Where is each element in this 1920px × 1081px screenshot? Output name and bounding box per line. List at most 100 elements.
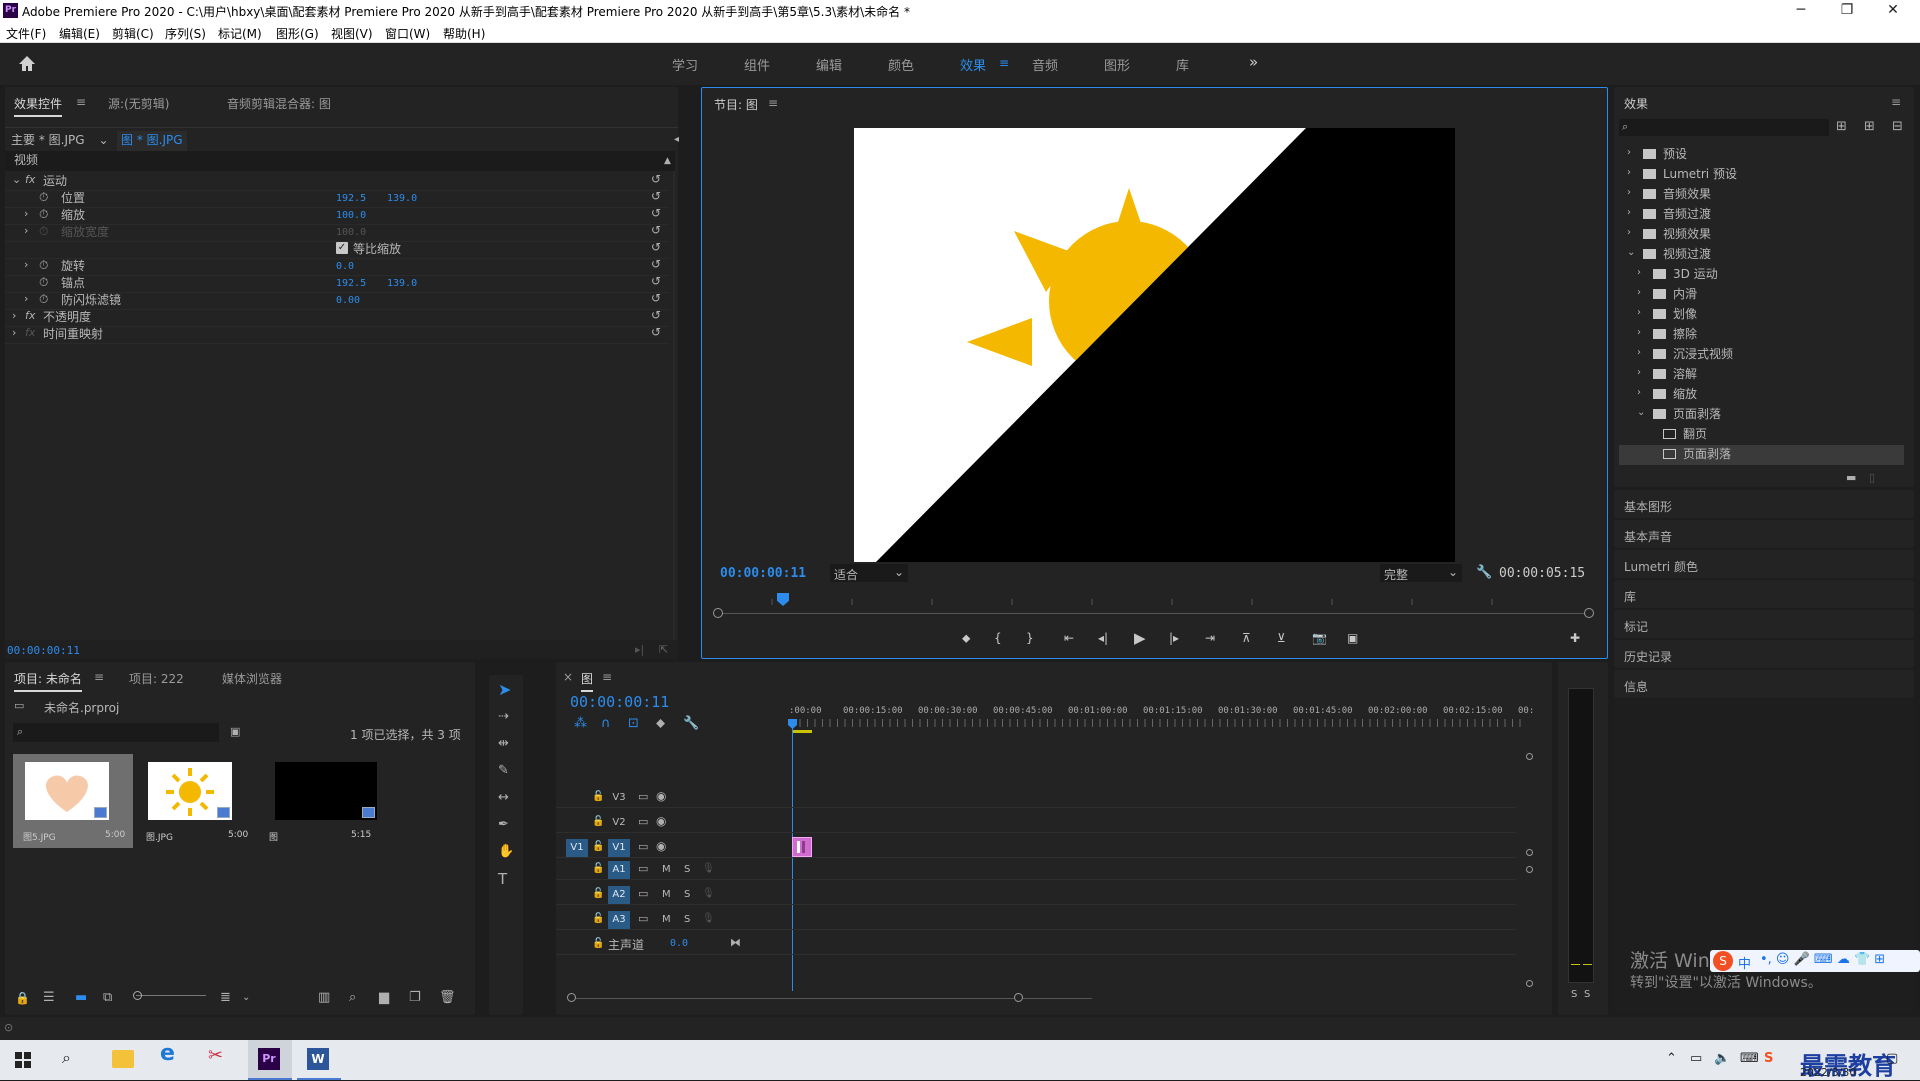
32bit-effects-icon[interactable]: ⊞ — [1864, 120, 1875, 134]
linked-selection-icon[interactable]: ⊡ — [628, 717, 639, 731]
expand-arrow-icon[interactable]: › — [1627, 206, 1631, 220]
side-panel-4[interactable]: 标记 — [1614, 610, 1914, 638]
workspace-learn[interactable]: 学习 — [672, 55, 698, 74]
step-back-icon[interactable]: ◂| — [1098, 631, 1108, 645]
chevron-down-icon[interactable]: ⌄ — [99, 133, 109, 147]
mic-icon[interactable]: 🎙 — [702, 912, 715, 926]
program-menu-icon[interactable]: ≡ — [768, 96, 778, 110]
project-search-input[interactable]: ⌕ — [13, 723, 219, 742]
expand-arrow-icon[interactable]: › — [1627, 186, 1631, 200]
tab-source[interactable]: 源:(无剪辑) — [108, 95, 169, 112]
new-bin-icon[interactable]: ▬ — [1846, 471, 1856, 485]
step-forward-icon[interactable]: |▸ — [1169, 631, 1179, 645]
tab-effect-controls[interactable]: 效果控件 — [14, 95, 63, 117]
mark-in-icon[interactable]: { — [994, 631, 1002, 645]
solo-button[interactable]: S — [684, 889, 690, 900]
workspace-assembly[interactable]: 组件 — [744, 55, 770, 74]
search-icon[interactable]: ⌕ — [349, 991, 356, 1005]
zoom-fit-select[interactable]: 适合 ⌄ — [830, 564, 908, 582]
mute-button[interactable]: M — [662, 889, 671, 900]
audio-scroll-top[interactable] — [1526, 866, 1533, 873]
effects-tree-item[interactable]: › 预设 — [1619, 145, 1904, 165]
timeline-zoom-end[interactable] — [1014, 993, 1023, 1002]
sync-lock-icon[interactable]: ▭ — [638, 887, 648, 901]
home-icon[interactable] — [18, 55, 36, 72]
mic-icon[interactable]: 🎙 — [702, 862, 715, 876]
stopwatch-icon[interactable]: ⏱ — [39, 207, 48, 221]
program-scrubber-track[interactable] — [718, 613, 1590, 614]
track-label-a2[interactable]: A2 — [608, 886, 630, 904]
eye-icon[interactable]: ◉ — [656, 839, 666, 853]
eye-icon[interactable]: ◉ — [656, 814, 666, 828]
reset-icon[interactable]: ↺ — [651, 206, 661, 220]
word-taskbar-button[interactable]: W — [297, 1040, 341, 1080]
effects-tree-item[interactable]: 页面剥落 — [1619, 445, 1904, 465]
scroll-start-handle[interactable] — [713, 608, 723, 618]
workspace-color[interactable]: 颜色 — [888, 55, 914, 74]
master-volume-value[interactable]: 0.0 — [670, 938, 688, 949]
workspace-audio[interactable]: 音频 — [1032, 55, 1058, 74]
track-label-v1[interactable]: V1 — [608, 839, 630, 857]
sort-icon[interactable]: ≣ — [220, 991, 231, 1005]
sync-lock-icon[interactable]: ▭ — [638, 862, 648, 876]
menu-markers[interactable]: 标记(M) — [218, 25, 262, 42]
expand-arrow-icon[interactable]: › — [1637, 286, 1641, 300]
expand-arrow-icon[interactable]: › — [24, 258, 28, 272]
expand-arrow-icon[interactable]: › — [1637, 266, 1641, 280]
menu-sequence[interactable]: 序列(S) — [165, 25, 206, 42]
effects-search-input[interactable]: ⌕ — [1619, 119, 1829, 136]
tab-project-222[interactable]: 项目: 222 — [129, 670, 184, 687]
tray-chevron-icon[interactable]: ⌃ — [1666, 1052, 1677, 1066]
ime-tray-icon[interactable]: ⌨ — [1740, 1052, 1759, 1066]
menu-clip[interactable]: 剪辑(C) — [112, 25, 154, 42]
side-panel-1[interactable]: 基本声音 — [1614, 520, 1914, 548]
workspace-menu-icon[interactable]: ≡ — [999, 56, 1009, 70]
expand-arrow-icon[interactable]: › — [24, 207, 28, 221]
solo-button[interactable]: S — [684, 914, 690, 925]
eye-icon[interactable]: ◉ — [656, 789, 666, 803]
stopwatch-icon[interactable]: ⏱ — [39, 190, 48, 204]
side-panel-5[interactable]: 历史记录 — [1614, 640, 1914, 668]
effects-tree-item[interactable]: › Lumetri 预设 — [1619, 165, 1904, 185]
reset-icon[interactable]: ↺ — [651, 223, 661, 237]
effects-tree-item[interactable]: › 音频效果 — [1619, 185, 1904, 205]
mark-out-icon[interactable]: } — [1026, 631, 1034, 645]
nest-icon[interactable]: ⁂ — [574, 717, 587, 731]
menu-help[interactable]: 帮助(H) — [443, 25, 485, 42]
notification-icon[interactable]: ▢ — [1886, 1052, 1898, 1066]
expand-arrow-icon[interactable]: › — [1627, 146, 1631, 160]
timeline-settings-icon[interactable]: 🔧 — [683, 717, 699, 731]
scroll-end-handle[interactable] — [1584, 608, 1594, 618]
effects-tree-item[interactable]: › 3D 运动 — [1619, 265, 1904, 285]
stopwatch-icon[interactable]: ⏱ — [39, 258, 48, 272]
snipping-tool-icon[interactable]: ✂ — [208, 1047, 223, 1065]
reset-icon[interactable]: ↺ — [651, 189, 661, 203]
sync-lock-icon[interactable]: ▭ — [638, 790, 648, 804]
extract-icon[interactable]: ⊻ — [1277, 631, 1286, 645]
effects-tree-item[interactable]: › 沉浸式视频 — [1619, 345, 1904, 365]
effects-tree-item[interactable]: › 音频过渡 — [1619, 205, 1904, 225]
add-marker-icon[interactable]: ⬥ — [962, 631, 970, 645]
play-icon[interactable]: ▶ — [1134, 631, 1146, 646]
filter-icon[interactable]: ▸| — [635, 643, 644, 657]
expand-arrow-icon[interactable]: › — [1637, 326, 1641, 340]
reset-icon[interactable]: ↺ — [651, 325, 661, 339]
wrench-icon[interactable]: 🔧 — [1476, 566, 1492, 580]
expand-arrow-icon[interactable]: ⌄ — [1637, 406, 1645, 420]
track-label-a3[interactable]: A3 — [608, 911, 630, 929]
expand-arrow-icon[interactable]: › — [24, 292, 28, 306]
lock-icon[interactable]: 🔓 — [592, 937, 604, 951]
automate-sequence-icon[interactable]: ▥ — [318, 991, 330, 1005]
side-panel-2[interactable]: Lumetri 颜色 — [1614, 550, 1914, 578]
sync-lock-icon[interactable]: ▭ — [638, 840, 648, 854]
side-panel-6[interactable]: 信息 — [1614, 670, 1914, 698]
stopwatch-icon[interactable]: ⏱ — [39, 292, 48, 306]
file-explorer-icon[interactable] — [112, 1050, 134, 1068]
delete-icon[interactable]: ▯ — [1869, 471, 1875, 485]
volume-icon[interactable]: 🔈 — [1714, 1052, 1730, 1066]
razor-tool-icon[interactable]: ✎ — [498, 764, 509, 778]
source-patch-v1[interactable]: V1 — [566, 839, 588, 857]
slip-tool-icon[interactable]: ↔ — [498, 791, 509, 805]
clip-v1[interactable] — [792, 837, 812, 857]
reset-icon[interactable]: ↺ — [651, 257, 661, 271]
